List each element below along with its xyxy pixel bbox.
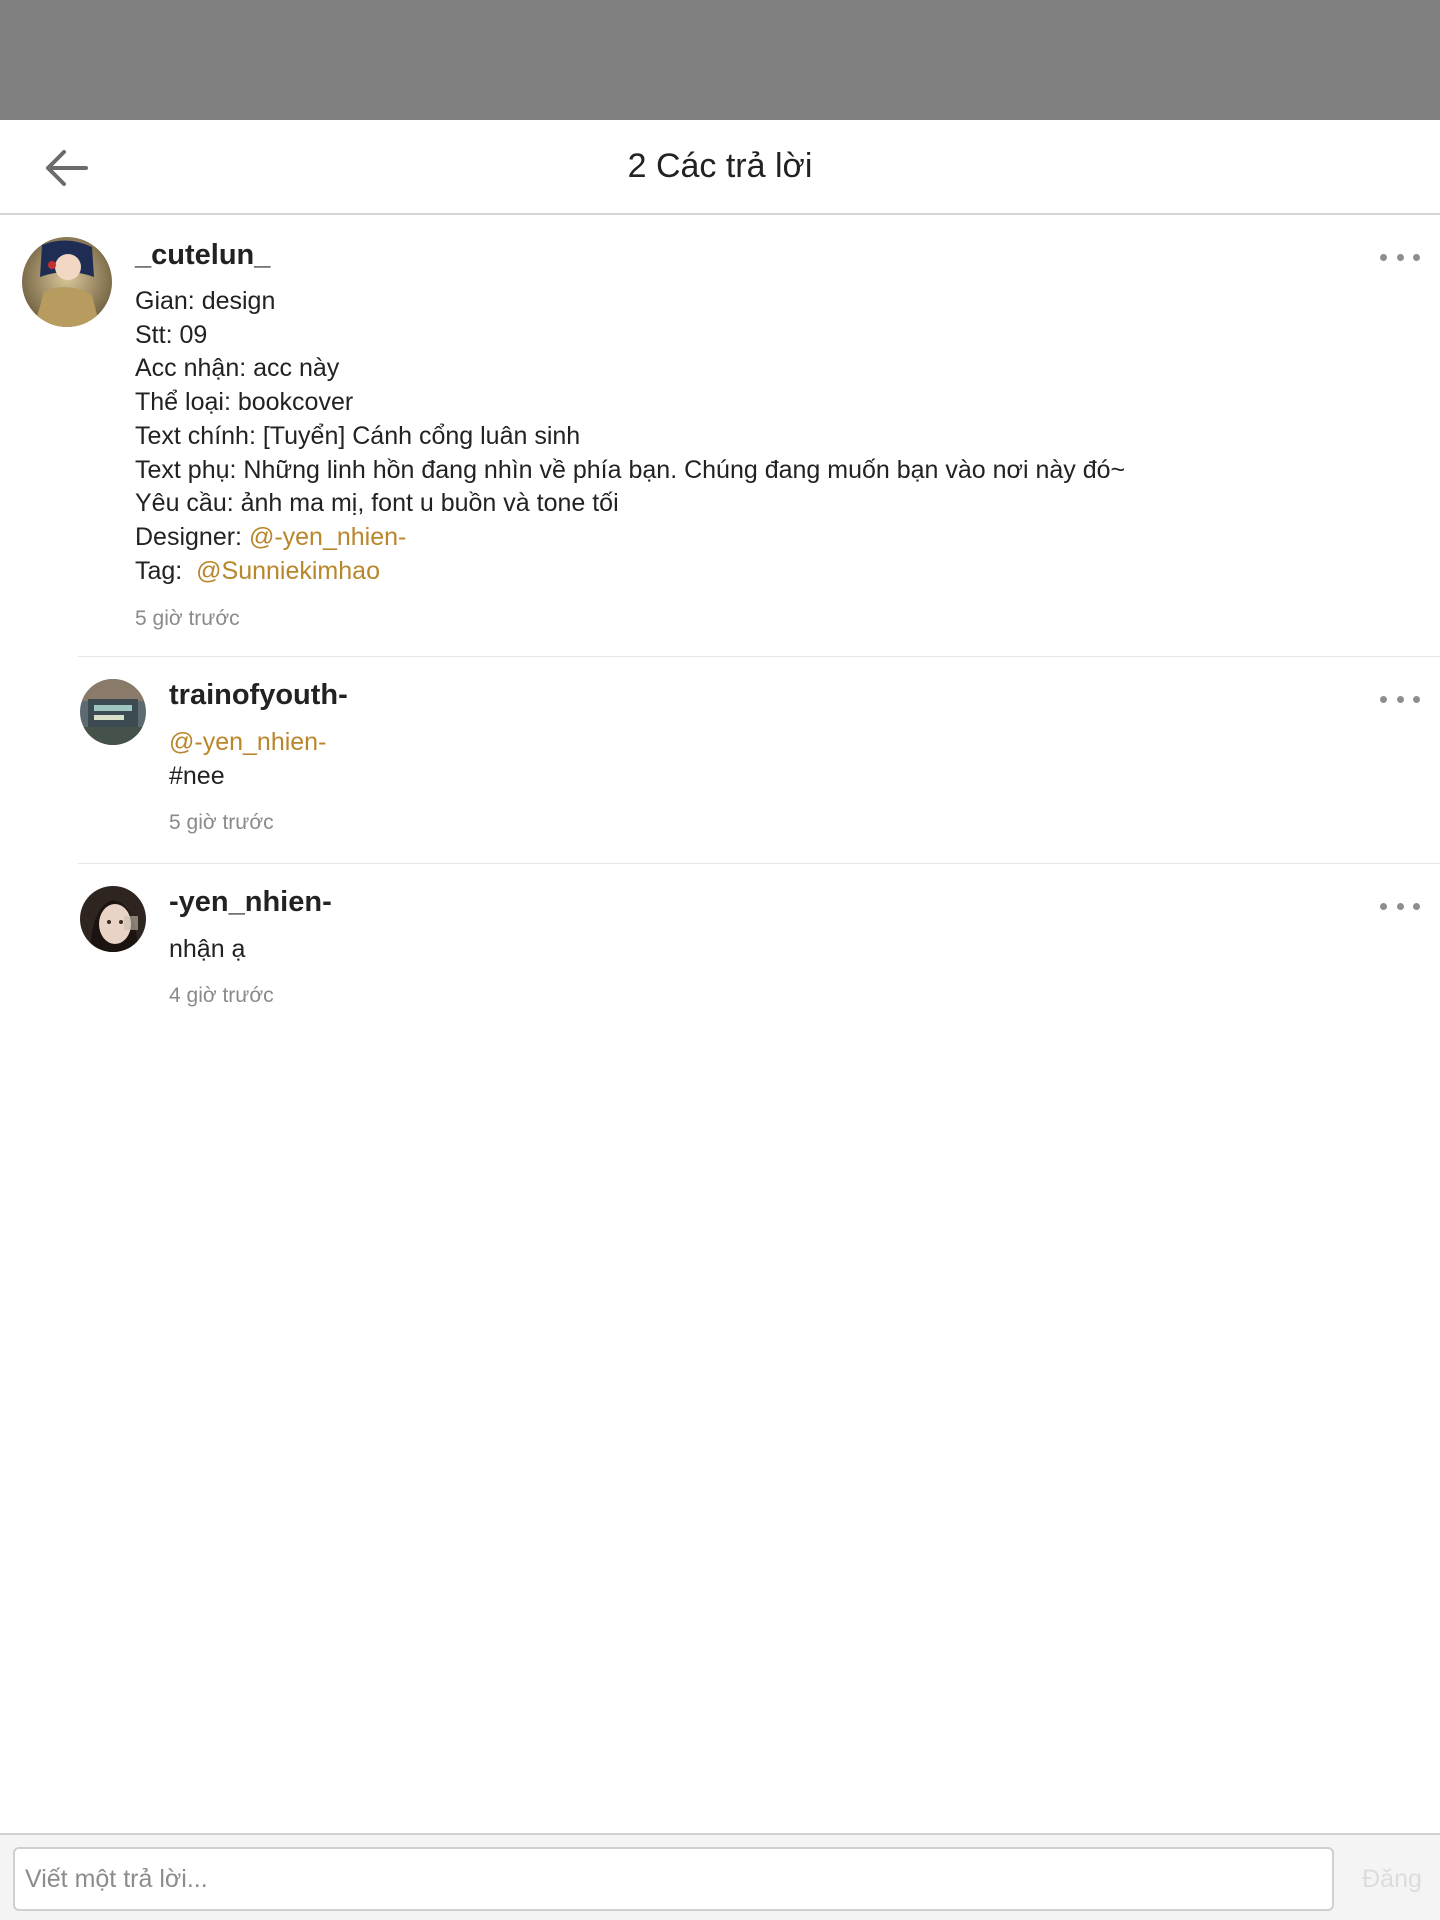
body-line: Text phụ: Những linh hồn đang nhìn về ph… [135, 455, 1126, 484]
more-dot [1413, 695, 1420, 703]
reply-item: trainofyouth- @-yen_nhien- #nee 5 giờ tr… [0, 657, 1440, 863]
designer-line: Designer: @-yen_nhien- [135, 521, 1125, 555]
more-options-button[interactable] [1380, 689, 1420, 709]
reply-body: @-yen_nhien- #nee [169, 726, 326, 793]
mention-link[interactable]: @-yen_nhien- [169, 726, 326, 760]
more-dot [1396, 253, 1404, 261]
comment-thread: _cutelun_ Gian: design Stt: 09 Acc nhận:… [0, 217, 1440, 1007]
body-line: Stt: 09 [135, 320, 208, 349]
more-horizontal-icon [1380, 253, 1387, 261]
page-title: 2 Các trả lời [627, 147, 813, 185]
designer-label: Designer: [135, 522, 249, 551]
timestamp: 5 giờ trước [135, 607, 240, 630]
body-line: Yêu cầu: ảnh ma mị, font u buồn và tone … [135, 489, 619, 518]
body-line: Acc nhận: acc này [135, 354, 340, 383]
timestamp: 4 giờ trước [169, 984, 274, 1007]
more-options-button[interactable] [1380, 247, 1420, 267]
post-button[interactable]: Đăng [1352, 1847, 1432, 1911]
more-dot [1396, 902, 1404, 910]
more-horizontal-icon [1380, 902, 1387, 910]
reply-username[interactable]: trainofyouth- [169, 679, 348, 712]
reply-composer: Đăng [0, 1833, 1440, 1920]
reply-item: -yen_nhien- nhận ạ 4 giờ trước [0, 864, 1440, 1034]
reply-body: nhận ạ [169, 933, 245, 967]
body-line: #nee [169, 761, 225, 790]
tag-line: Tag: @Sunniekimhao [135, 555, 1125, 589]
body-line: Thể loại: bookcover [135, 388, 354, 417]
avatar[interactable] [80, 679, 146, 745]
avatar[interactable] [22, 237, 112, 327]
body-line: Gian: design [135, 287, 276, 315]
tag-label: Tag: [135, 556, 197, 585]
mention-link[interactable]: @Sunniekimhao [196, 557, 380, 585]
avatar[interactable] [80, 886, 146, 952]
body-line: nhận ạ [169, 935, 246, 963]
timestamp: 5 giờ trước [169, 811, 274, 834]
more-dot [1396, 695, 1404, 703]
more-dot [1413, 253, 1420, 261]
more-dot [1413, 902, 1420, 910]
reply-username[interactable]: -yen_nhien- [169, 886, 332, 919]
mention-link[interactable]: @-yen_nhien- [249, 523, 406, 551]
status-bar [0, 0, 1440, 120]
header: 2 Các trả lời [0, 120, 1440, 215]
reply-input[interactable] [13, 1847, 1334, 1911]
more-options-button[interactable] [1380, 896, 1420, 916]
more-horizontal-icon [1380, 695, 1387, 703]
parent-username[interactable]: _cutelun_ [135, 239, 270, 272]
parent-comment: _cutelun_ Gian: design Stt: 09 Acc nhận:… [0, 217, 1440, 657]
parent-body: Gian: design Stt: 09 Acc nhận: acc này T… [135, 285, 1125, 588]
body-line: Text chính: [Tuyển] Cánh cổng luân sinh [135, 421, 581, 450]
